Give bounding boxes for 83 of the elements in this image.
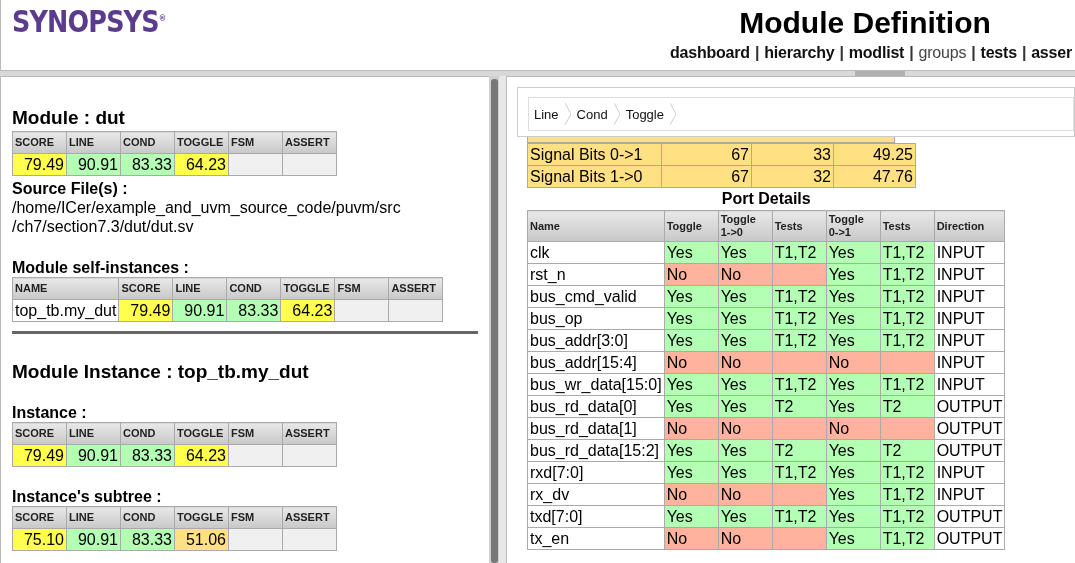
column-header: FSM [228,506,283,529]
table-cell: bus_wr_data[15:0] [527,373,665,396]
table-cell: 49.25 [833,143,916,166]
nav-link[interactable]: dashboard [669,44,750,62]
column-header: Direction [934,210,1005,242]
table-cell: clk [527,241,665,264]
breadcrumb-link[interactable]: Cond [576,106,608,122]
column-header: LINE [66,131,121,154]
column-header: LINE [172,277,227,300]
column-header: SCORE [12,506,67,529]
table-cell: rst_n [527,263,665,286]
table-cell: bus_addr[3:0] [527,329,665,352]
logo: SYNOPSYS$^{®}$ [12,3,166,41]
table-cell: 75.10 [12,528,67,551]
breadcrumb-link[interactable]: Toggle [625,106,664,122]
column-header: COND [120,422,175,445]
column-header: Toggle 0->1 [826,210,881,242]
nav-separator: | [754,44,760,62]
chevron-icon [613,103,620,125]
table-cell: bus_addr[15:4] [527,351,665,374]
table-title: Port Details [721,189,811,209]
column-header: FSM [334,277,389,300]
column-header: SCORE [118,277,173,300]
nav-link[interactable]: tests [980,44,1017,62]
column-header: COND [120,131,175,154]
nav-separator: | [1021,44,1027,62]
column-header: TOGGLE [174,131,229,154]
nav-separator: | [909,44,914,62]
table-cell: rx_dv [527,483,665,506]
section-label: Instance : [12,403,88,422]
table-cell: Signal Bits 1->0 [527,165,662,188]
table-cell: rxd[7:0] [527,461,665,484]
table-cell: bus_cmd_valid [527,285,665,308]
nav-link[interactable]: hierarchy [764,44,835,62]
table-cell: 79.49 [12,153,67,176]
table-cell: Signal Bits 0->1 [527,143,662,166]
table-cell: tx_en [527,527,665,550]
column-header: Tests [772,210,827,242]
table-cell: 33 [751,143,834,166]
file-path: /ch7/section7.3/dut/dut.sv [12,217,195,236]
table-cell: bus_rd_data[15:2] [527,439,665,462]
section-title: Module : dut [12,107,126,129]
nav-link[interactable]: asser [1031,44,1072,62]
table-cell: 67 [661,143,752,166]
column-header: TOGGLE [280,277,335,300]
section-label: Module self-instances : [12,258,190,277]
column-header: COND [120,506,175,529]
nav-separator: | [971,44,976,62]
page-title: Module Definition [739,6,991,40]
column-header: FSM [228,422,283,445]
scrollbar-thumb[interactable] [490,79,498,563]
column-header: TOGGLE [174,422,229,445]
table-cell: txd[7:0] [527,505,665,528]
column-header: ASSERT [282,506,337,529]
column-header: COND [226,277,281,300]
table-cell: bus_rd_data[0] [527,395,665,418]
column-header: ASSERT [388,277,443,300]
column-header: ASSERT [282,422,337,445]
column-header: LINE [66,422,121,445]
file-path: /home/ICer/example_and_uvm_source_code/puvm/src [12,198,402,217]
nav-separator: | [839,44,844,62]
column-header: ASSERT [282,131,337,154]
column-header: SCORE [12,422,67,445]
breadcrumb-link[interactable]: Line [534,106,559,122]
chevron-icon [564,103,571,125]
column-header: TOGGLE [174,506,229,529]
column-header: Tests [880,210,935,242]
column-header: Name [527,210,665,242]
column-header: Toggle 1->0 [718,210,773,242]
column-header: NAME [12,277,119,300]
column-header: FSM [228,131,283,154]
section-label: Source File(s) : [12,179,129,198]
column-header: LINE [66,506,121,529]
column-header: SCORE [12,131,67,154]
table-cell: bus_op [527,307,665,330]
section-title: Module Instance : top_tb.my_dut [12,361,310,383]
section-label: Instance's subtree : [12,487,163,506]
chevron-icon [669,103,676,125]
table-cell: top_tb.my_dut [12,299,119,322]
nav-link[interactable]: modlist [848,44,905,62]
table-cell: bus_rd_data[1] [527,417,665,440]
column-header: Toggle [664,210,719,242]
table-cell: 79.49 [12,444,67,467]
